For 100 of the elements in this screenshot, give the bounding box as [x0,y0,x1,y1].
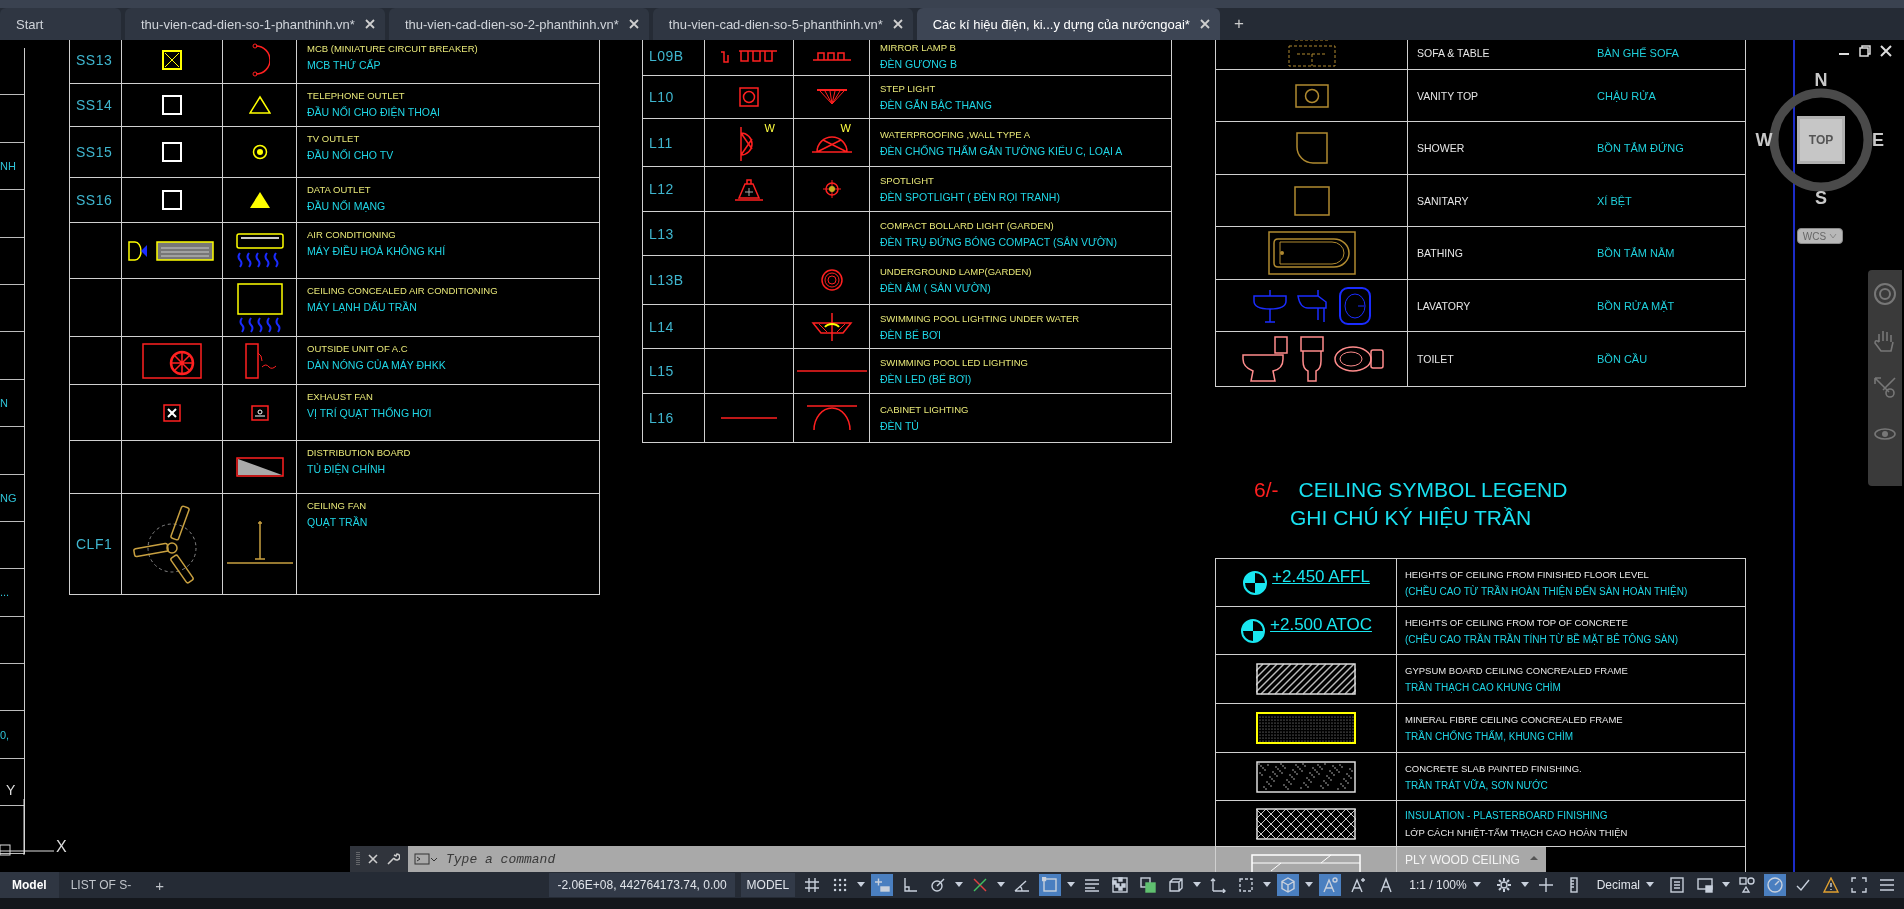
description-text: SANITARY [1417,194,1470,207]
caret-icon[interactable] [1646,882,1654,888]
layout-tab[interactable]: LIST OF S- [58,872,144,898]
ceiling-unit-drawing [234,281,285,334]
shower-tray-drawing [1294,131,1329,165]
target-icon [251,144,268,160]
translation-text: ĐÈN LED (BỂ BƠI) [880,373,972,385]
compass-label[interactable]: E [1868,130,1888,150]
cursor-plus-icon[interactable] [871,874,894,896]
gauge-icon[interactable] [1764,874,1786,896]
compass-label[interactable]: N [1811,70,1831,90]
sink-drawing [1294,83,1329,108]
description-text: DISTRIBUTION BOARD [307,447,411,458]
caret-icon[interactable] [1722,882,1730,888]
restore-icon[interactable] [1859,45,1871,57]
translation-text: BỒN CẦU [1597,353,1649,365]
translation-text: BÀN GHẾ SOFA [1597,47,1680,59]
mirror-lamp-drawing [811,50,852,62]
description-text: TRẦN THẠCH CAO KHUNG CHÌM [1405,682,1561,693]
model-space-button[interactable]: MODEL [740,873,796,897]
annotation-icon[interactable] [1319,874,1342,896]
table-cell-text: NG [0,491,17,504]
caret-icon[interactable] [955,882,964,888]
viewcube-face[interactable]: TOP [1797,116,1845,164]
description-text: MINERAL FIBRE CEILING CONCREALED FRAME [1405,714,1623,725]
document-tab[interactable]: thu-vien-cad-dien-so-5-phanthinh.vn* [652,8,913,40]
caret-icon[interactable] [1305,882,1314,888]
description-text: EXHAUST FAN [307,391,373,402]
cube-icon[interactable] [1277,874,1300,896]
pool-light-icon [810,311,853,342]
caret-icon[interactable] [997,882,1006,888]
document-tab[interactable]: Start [0,8,121,40]
description-text: CONCRETE SLAB PAINTED FINISHING. [1405,762,1582,774]
caret-icon[interactable] [1520,882,1529,888]
description-text: TOILET [1417,353,1455,365]
description-text: SOFA & TABLE [1417,47,1491,59]
level-label: +2.450 AFFL [1272,566,1370,587]
panel-board-icon [235,457,284,477]
caret-icon[interactable] [1263,882,1272,888]
description-text: DATA OUTLET [307,184,371,195]
prompt-icon[interactable] [414,853,438,865]
translation-text: ĐẦU NỐI CHO TV [307,149,394,161]
fullscreen-icon[interactable] [1848,874,1870,896]
warning-icon[interactable] [1820,874,1842,896]
caret-icon[interactable] [1193,882,1202,888]
document-tab[interactable]: Các kí hiệu điện, ki...y dựng của nướcngoai* [916,8,1220,40]
translation-text: TỦ ĐIỆN CHÍNH [307,463,386,475]
compass-label[interactable]: S [1811,188,1831,208]
symbol-code: L14 [649,318,674,335]
translation-text: ĐÈN BỂ BƠI [880,328,941,341]
square-snap-icon[interactable] [1039,874,1062,896]
compass-label[interactable]: W [1754,130,1774,150]
close-icon[interactable] [364,19,375,29]
mirror-lamp-drawing [719,48,779,64]
symbol-code: L16 [649,410,674,426]
ring-lamp-icon [820,269,843,291]
caret-icon[interactable] [857,882,866,888]
description-text: SPOTLIGHT [880,175,934,186]
document-tab[interactable]: thu-vien-cad-dien-so-2-phanthinh.vn* [388,8,649,40]
shapes-icon[interactable] [1736,874,1758,896]
description-text: AIR CONDITIONING [307,229,396,240]
layout-tab[interactable]: Model [0,872,59,898]
steering-wheel-icon[interactable] [1873,282,1897,306]
caret-icon[interactable] [1067,882,1076,888]
symbol-code: SS16 [76,192,113,208]
status-dropdown[interactable]: Decimal [1590,878,1660,892]
close-icon[interactable] [628,19,639,29]
close-icon[interactable] [1199,19,1210,29]
hand-icon[interactable] [1873,328,1897,354]
close-icon[interactable] [368,854,378,864]
outdoor-unit-drawing [142,342,202,379]
status-dropdown[interactable]: 1:1 / 100% [1403,878,1487,892]
wrench-icon[interactable] [386,852,400,866]
zoom-icon[interactable] [1873,376,1897,400]
grip-icon[interactable] [356,851,360,867]
square-icon [162,190,182,210]
description-text: TV OUTLET [307,133,360,144]
description-text: SHOWER [1417,142,1466,154]
description-text: WATERPROOFING ,WALL TYPE A [880,128,1031,140]
command-input-field[interactable]: Type a command [442,846,1215,872]
description-text: SWIMMING POOL LED LIGHTING [880,357,1028,368]
new-layout-button[interactable]: + [143,872,176,898]
description-text: CABINET LIGHTING [880,404,969,415]
close-icon[interactable] [892,19,903,29]
description-text: LỚP CÁCH NHIỆT-TẤM THẠCH CAO HOÀN THIỆN [1405,826,1628,838]
new-tab-button[interactable]: + [1223,8,1254,40]
description-text: (CHỀU CAO TRẦN TRẦN TÍNH TỪ BỀ MẶT BÊ TÔNG SÀN) [1405,633,1679,645]
translation-text: BỒN TẮM ĐỨNG [1597,142,1685,154]
section-subtitle: GHI CHÚ KÝ HIỆU TRẦN [1289,506,1533,530]
level-label: +2.500 ATOC [1270,614,1372,635]
square-lamp-icon [739,87,759,107]
description-text: CEILING CONCEALED AIR CONDITIONING [307,285,498,296]
close-icon[interactable] [1880,45,1892,57]
description-text: UNDERGROUND LAMP(GARDEN) [880,266,1032,277]
translation-text: ĐÈN TỦ [880,420,919,432]
axis-label: X [56,838,67,856]
document-tab[interactable]: thu-vien-cad-dien-so-1-phanthinh.vn* [125,8,385,40]
caret-icon[interactable] [1472,882,1481,888]
line-icon [795,369,868,373]
translation-text: ĐÈN GẮN BẬC THANG [880,99,992,111]
